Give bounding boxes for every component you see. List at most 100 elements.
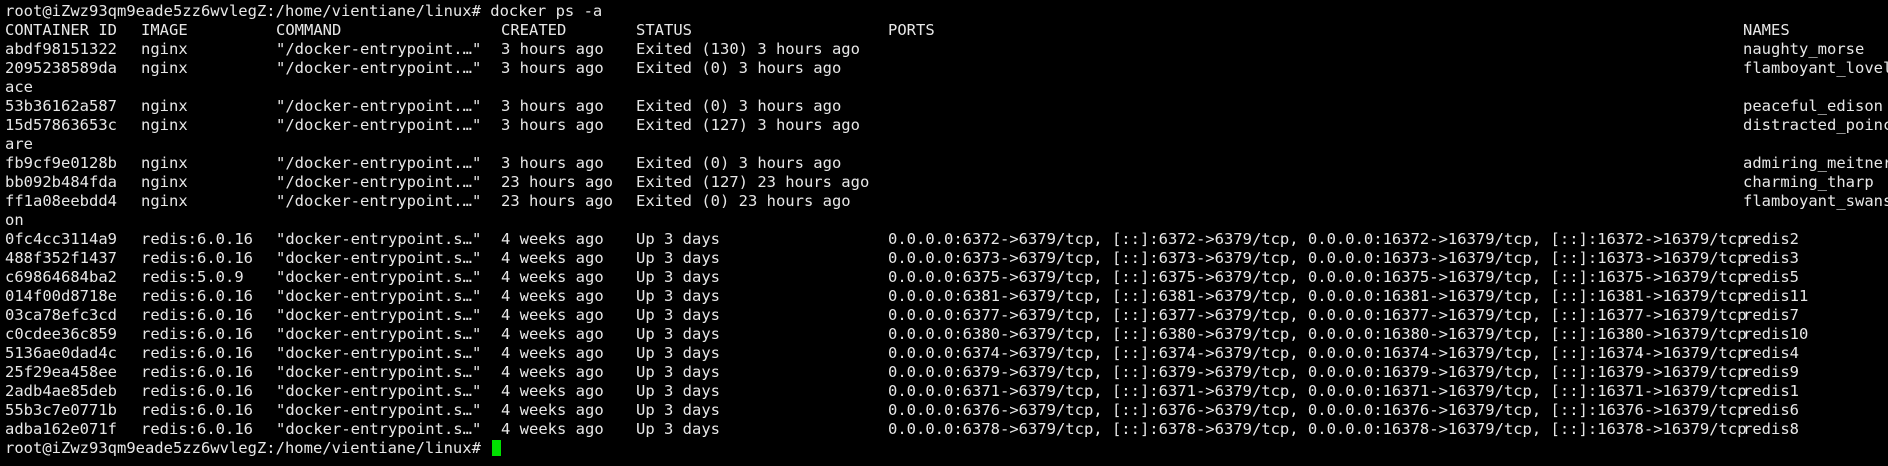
table-row: fb9cf9e0128b nginx "/docker-entrypoint.…" 3… [0,154,1888,173]
cell-status: Up 3 days [636,363,720,381]
cell-ports: 0.0.0.0:6377->6379/tcp, [::]:6377->6379/… [888,306,1747,324]
cell-status: Exited (127) 23 hours ago [636,173,870,191]
cell-image: nginx [141,97,188,115]
cell-created: 4 weeks ago [501,325,604,343]
cell-created: 4 weeks ago [501,268,604,286]
table-row: 25f29ea458ee redis:6.0.16 "docker-entrypoi… [0,363,1888,382]
cell-command: "docker-entrypoint.s…" [276,249,482,267]
cell-command: "/docker-entrypoint.…" [276,173,482,191]
cell-created: 4 weeks ago [501,420,604,438]
cell-created: 23 hours ago [501,173,613,191]
cell-container-id: 53b36162a587 [5,97,117,115]
cell-name-overflow: on [5,211,24,229]
cell-name-overflow: are [5,135,33,153]
cell-container-id: 5136ae0dad4c [5,344,117,362]
cell-container-name: redis7 [1743,306,1799,324]
cell-image: redis:6.0.16 [141,287,253,305]
cell-created: 4 weeks ago [501,230,604,248]
cell-ports: 0.0.0.0:6372->6379/tcp, [::]:6372->6379/… [888,230,1747,248]
cell-container-name: redis8 [1743,420,1799,438]
cell-container-id: 03ca78efc3cd [5,306,117,324]
cell-created: 3 hours ago [501,59,604,77]
cell-created: 23 hours ago [501,192,613,210]
cell-created: 4 weeks ago [501,306,604,324]
cell-created: 4 weeks ago [501,401,604,419]
cell-container-id: ff1a08eebdd4 [5,192,117,210]
cell-container-name: flamboyant_swans [1743,192,1888,210]
cell-status: Up 3 days [636,230,720,248]
table-row: c69864684ba2 redis:5.0.9 "docker-entrypoin… [0,268,1888,287]
cell-container-id: fb9cf9e0128b [5,154,117,172]
cell-command: "/docker-entrypoint.…" [276,59,482,77]
cell-image: redis:5.0.9 [141,268,244,286]
cell-container-name: redis9 [1743,363,1799,381]
cell-command: "docker-entrypoint.s…" [276,344,482,362]
cell-status: Up 3 days [636,249,720,267]
cell-container-id: c0cdee36c859 [5,325,117,343]
cell-image: nginx [141,154,188,172]
terminal-window[interactable]: root@iZwz93qm9eade5zz6wvlegZ:/home/vient… [0,0,1888,466]
table-row: 2adb4ae85deb redis:6.0.16 "docker-entrypoi… [0,382,1888,401]
cell-container-name: redis4 [1743,344,1799,362]
cell-container-id: 488f352f1437 [5,249,117,267]
table-row: ff1a08eebdd4 nginx "/docker-entrypoint.…" 2… [0,192,1888,211]
cell-container-id: adba162e071f [5,420,117,438]
cell-ports: 0.0.0.0:6374->6379/tcp, [::]:6374->6379/… [888,344,1747,362]
table-row: 0fc4cc3114a9 redis:6.0.16 "docker-entrypoi… [0,230,1888,249]
cell-image: redis:6.0.16 [141,325,253,343]
active-prompt-line[interactable]: root@iZwz93qm9eade5zz6wvlegZ:/home/vient… [0,439,1888,458]
container-list: abdf98151322 nginx "/docker-entrypoint.…" 3… [0,40,1888,439]
header-ports: PORTS [888,21,935,39]
cell-name-overflow: ace [5,78,33,96]
table-header: CONTAINER ID IMAGE COMMAND CREATED STATU… [0,21,1888,40]
cell-created: 3 hours ago [501,40,604,58]
table-row: abdf98151322 nginx "/docker-entrypoint.…" 3… [0,40,1888,59]
cell-created: 4 weeks ago [501,287,604,305]
header-container-id: CONTAINER ID [5,21,117,39]
cell-status: Exited (0) 3 hours ago [636,154,842,172]
cell-image: nginx [141,116,188,134]
table-row: 03ca78efc3cd redis:6.0.16 "docker-entrypoi… [0,306,1888,325]
command-line: root@iZwz93qm9eade5zz6wvlegZ:/home/vient… [0,2,1888,21]
terminal-cursor [492,440,502,456]
header-names: NAMES [1743,21,1790,39]
header-command: COMMAND [276,21,342,39]
table-row: 15d57863653c nginx "/docker-entrypoint.…" 3… [0,116,1888,135]
cell-status: Exited (130) 3 hours ago [636,40,860,58]
header-image: IMAGE [141,21,188,39]
cell-command: "docker-entrypoint.s…" [276,287,482,305]
cell-image: redis:6.0.16 [141,382,253,400]
cell-created: 3 hours ago [501,116,604,134]
cell-container-name: redis3 [1743,249,1799,267]
cell-command: "/docker-entrypoint.…" [276,192,482,210]
cell-created: 4 weeks ago [501,344,604,362]
wrapped-line: ace [0,78,1888,97]
cell-status: Exited (127) 3 hours ago [636,116,860,134]
cell-status: Exited (0) 3 hours ago [636,59,842,77]
cell-command: "/docker-entrypoint.…" [276,40,482,58]
table-row: bb092b484fda nginx "/docker-entrypoint.…" 2… [0,173,1888,192]
cell-image: redis:6.0.16 [141,344,253,362]
cell-ports: 0.0.0.0:6373->6379/tcp, [::]:6373->6379/… [888,249,1747,267]
cell-status: Up 3 days [636,401,720,419]
cell-status: Exited (0) 23 hours ago [636,192,851,210]
cell-container-id: 2adb4ae85deb [5,382,117,400]
cell-created: 4 weeks ago [501,382,604,400]
cell-command: "/docker-entrypoint.…" [276,154,482,172]
table-row: adba162e071f redis:6.0.16 "docker-entrypoi… [0,420,1888,439]
cell-status: Up 3 days [636,287,720,305]
table-row: 488f352f1437 redis:6.0.16 "docker-entrypoi… [0,249,1888,268]
table-row: 5136ae0dad4c redis:6.0.16 "docker-entrypoi… [0,344,1888,363]
wrapped-line: on [0,211,1888,230]
cell-container-name: redis6 [1743,401,1799,419]
cell-image: redis:6.0.16 [141,420,253,438]
cell-status: Up 3 days [636,344,720,362]
cell-ports: 0.0.0.0:6376->6379/tcp, [::]:6376->6379/… [888,401,1747,419]
cell-status: Up 3 days [636,306,720,324]
cell-container-id: c69864684ba2 [5,268,117,286]
cell-container-id: abdf98151322 [5,40,117,58]
cell-container-name: flamboyant_lovel [1743,59,1888,77]
table-row: 014f00d8718e redis:6.0.16 "docker-entrypoi… [0,287,1888,306]
cell-status: Up 3 days [636,420,720,438]
cell-command: "docker-entrypoint.s…" [276,382,482,400]
